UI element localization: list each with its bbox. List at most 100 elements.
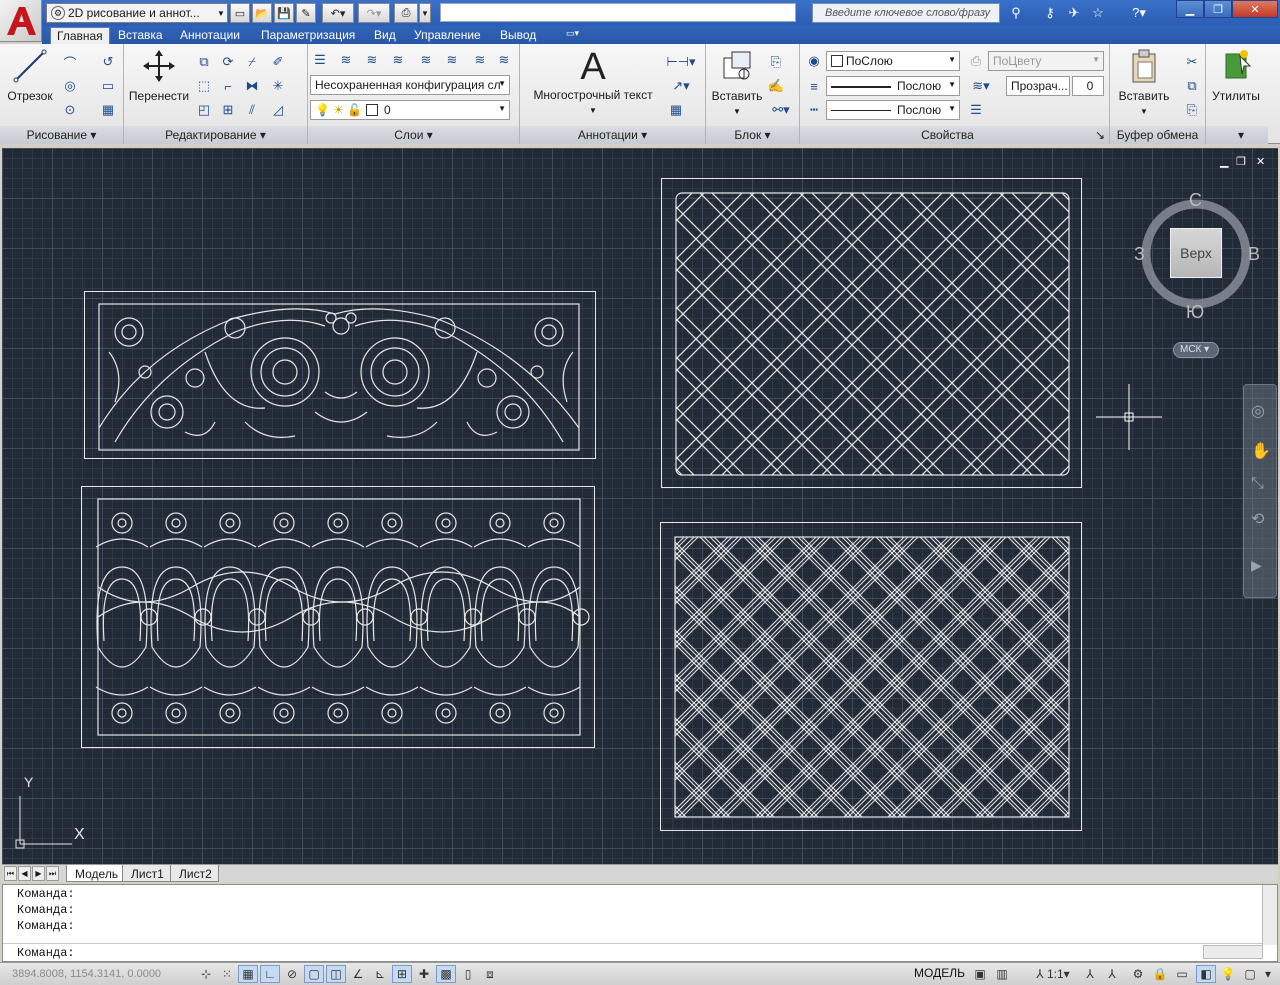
tab-insert[interactable]: Вставка [112,27,169,44]
save-as-button[interactable]: ✎ [296,3,316,23]
double-line-lattice-panel[interactable] [660,522,1082,831]
subscription-button[interactable]: ⚷ [1040,3,1060,23]
layout-tab-sheet1[interactable]: Лист1 [122,865,171,882]
move-button[interactable]: Перенести [128,48,190,103]
attribute-button[interactable]: ⚯▾ [766,100,796,120]
application-menu-button[interactable] [0,0,42,42]
plot-button[interactable]: ⎙ [394,3,418,23]
layer-state-dropdown[interactable]: Несохраненная конфигурация сл ▼ [310,75,510,95]
rotate-button[interactable]: ⟳ [218,52,238,72]
ornamental-loop-panel[interactable] [81,486,595,748]
cut-button[interactable]: ✂ [1182,52,1202,72]
transparency-dropdown[interactable]: Прозрач... [1006,76,1070,96]
mtext-button[interactable]: A Многострочный текст ▼ [526,48,660,116]
drawing-canvas[interactable]: ▁ ❐ ✕ Верх С Ю З В МСК ▾ ◎ ✋ ⤡ ⟲ ▶ Y X [2,148,1278,864]
layer-match-button[interactable]: ≋ [336,50,356,70]
copy-clip-button[interactable]: ⧉ [1182,76,1202,96]
favorites-button[interactable]: ☆ [1088,3,1108,23]
chamfer-button[interactable]: ◿ [268,100,288,120]
arc-button[interactable]: ↺ [98,52,118,72]
tab-view[interactable]: Вид [368,27,402,44]
properties-panel-title[interactable]: Свойства ↘ [800,126,1109,144]
clean-screen-button[interactable]: ▢ [1240,965,1260,983]
search-input[interactable]: Введите ключевое слово/фразу [812,3,1000,23]
workspace-selector[interactable]: ⚙ 2D рисование и аннот... ▼ [46,3,228,23]
layer-off-button[interactable]: ≋ [470,50,490,70]
communication-button[interactable]: ✈ [1064,3,1084,23]
drawing-close-button[interactable]: ✕ [1256,155,1265,168]
trim-button[interactable]: ⌿ [242,52,262,72]
lineweight-toggle[interactable]: ✚ [414,965,434,983]
tab-parametric[interactable]: Параметризация [255,27,361,44]
array-button[interactable]: ⊞ [218,100,238,120]
mirror-button[interactable]: ⧓ [242,76,262,96]
viewcube[interactable]: Верх С Ю З В [1134,190,1260,322]
minimize-button[interactable]: ▁ [1176,0,1204,18]
floral-scroll-panel[interactable] [84,291,596,459]
layout-tab-model[interactable]: Модель [66,865,126,882]
open-file-button[interactable]: 📂 [252,3,272,23]
fillet-button[interactable]: ⌐ [218,76,238,96]
paste-button[interactable]: Вставить ▼ [1114,48,1174,117]
coordinates-readout[interactable]: 3894.8008, 1154.3141, 0.0000 [12,968,161,980]
redo-button[interactable]: ↷▾ [358,3,390,23]
scale-button[interactable]: ◰ [194,100,214,120]
orbit-icon[interactable]: ⟲ [1251,509,1264,529]
layer-isolate-button[interactable]: ≋ [388,50,408,70]
quick-view-drawings-button[interactable]: ▥ [992,965,1012,983]
binoculars-button[interactable]: ⚲ [1006,3,1026,23]
offset-button[interactable]: ⫽ [242,100,262,120]
compass-east[interactable]: В [1248,244,1260,265]
explode-button[interactable]: ✳ [268,76,288,96]
new-file-button[interactable]: ▭ [230,3,250,23]
next-tab-button[interactable]: ▶ [32,866,45,881]
plot-style-icon-button[interactable]: ⎙ [966,51,986,71]
grid-toggle[interactable]: ▦ [238,965,258,983]
copy-with-base-button[interactable]: ⎘ [1182,100,1202,120]
annotation-visibility-button[interactable]: ⅄ [1080,965,1100,983]
status-menu-button[interactable]: ▾ [1258,965,1278,983]
hardware-acceleration-button[interactable]: ▭ [1172,965,1192,983]
save-button[interactable]: 💾 [274,3,294,23]
model-space-toggle[interactable]: МОДЕЛЬ [914,966,965,980]
lineweight-icon-button[interactable]: ≡ [804,76,824,96]
tab-output[interactable]: Вывод [494,27,542,44]
tab-annotate[interactable]: Аннотации [174,27,246,44]
auto-scale-button[interactable]: ⅄ [1102,965,1122,983]
stretch-button[interactable]: ⬚ [194,76,214,96]
first-tab-button[interactable]: ⏮ [4,866,17,881]
osnap-toggle[interactable]: ▢ [304,965,324,983]
command-prompt-input[interactable]: Команда: [17,946,75,960]
undo-button[interactable]: ↶▾ [322,3,354,23]
layout-tab-sheet2[interactable]: Лист2 [170,865,219,882]
ribbon-minimize-button[interactable]: ▭▾ [560,27,585,44]
edit-block-button[interactable]: ✍ [766,76,786,96]
compass-north[interactable]: С [1189,190,1202,211]
ellipse-button[interactable]: ⊙ [60,100,80,120]
layer-previous-button[interactable]: ≋ [362,50,382,70]
utilities-button[interactable]: Утилиты [1210,48,1262,103]
restore-button[interactable]: ❐ [1204,0,1232,18]
list-properties-button[interactable]: ☰ [966,100,986,120]
create-block-button[interactable]: ⎘ [766,52,786,72]
isolate-objects-button[interactable]: ◧ [1196,965,1216,983]
circle-button[interactable]: ◎ [60,76,80,96]
drawing-minimize-button[interactable]: ▁ [1220,155,1228,168]
leader-button[interactable]: ↗▾ [666,76,696,96]
color-dropdown[interactable]: ПоСлою ▼ [826,51,960,71]
utilities-panel-title[interactable]: ▾ [1206,126,1268,144]
command-horizontal-scrollbar[interactable] [1203,945,1263,959]
ortho-toggle[interactable]: ∟ [260,965,280,983]
close-button[interactable]: ✕ [1232,0,1278,18]
insert-block-button[interactable]: Вставить ▼ [708,48,766,117]
line-button[interactable]: Отрезок [4,48,56,103]
quick-access-menu-button[interactable]: ▼ [419,3,431,23]
list-button[interactable]: ≋▾ [966,76,996,96]
infer-constraints-toggle[interactable]: ⊹ [196,965,216,983]
erase-button[interactable]: ✐ [268,52,288,72]
tab-home[interactable]: Главная [50,27,110,44]
copy-button[interactable]: ⧉ [194,52,214,72]
otrack-toggle[interactable]: ∠ [348,965,368,983]
command-vertical-scrollbar[interactable] [1262,885,1277,945]
plot-style-dropdown[interactable]: ПоЦвету ▼ [988,51,1104,71]
